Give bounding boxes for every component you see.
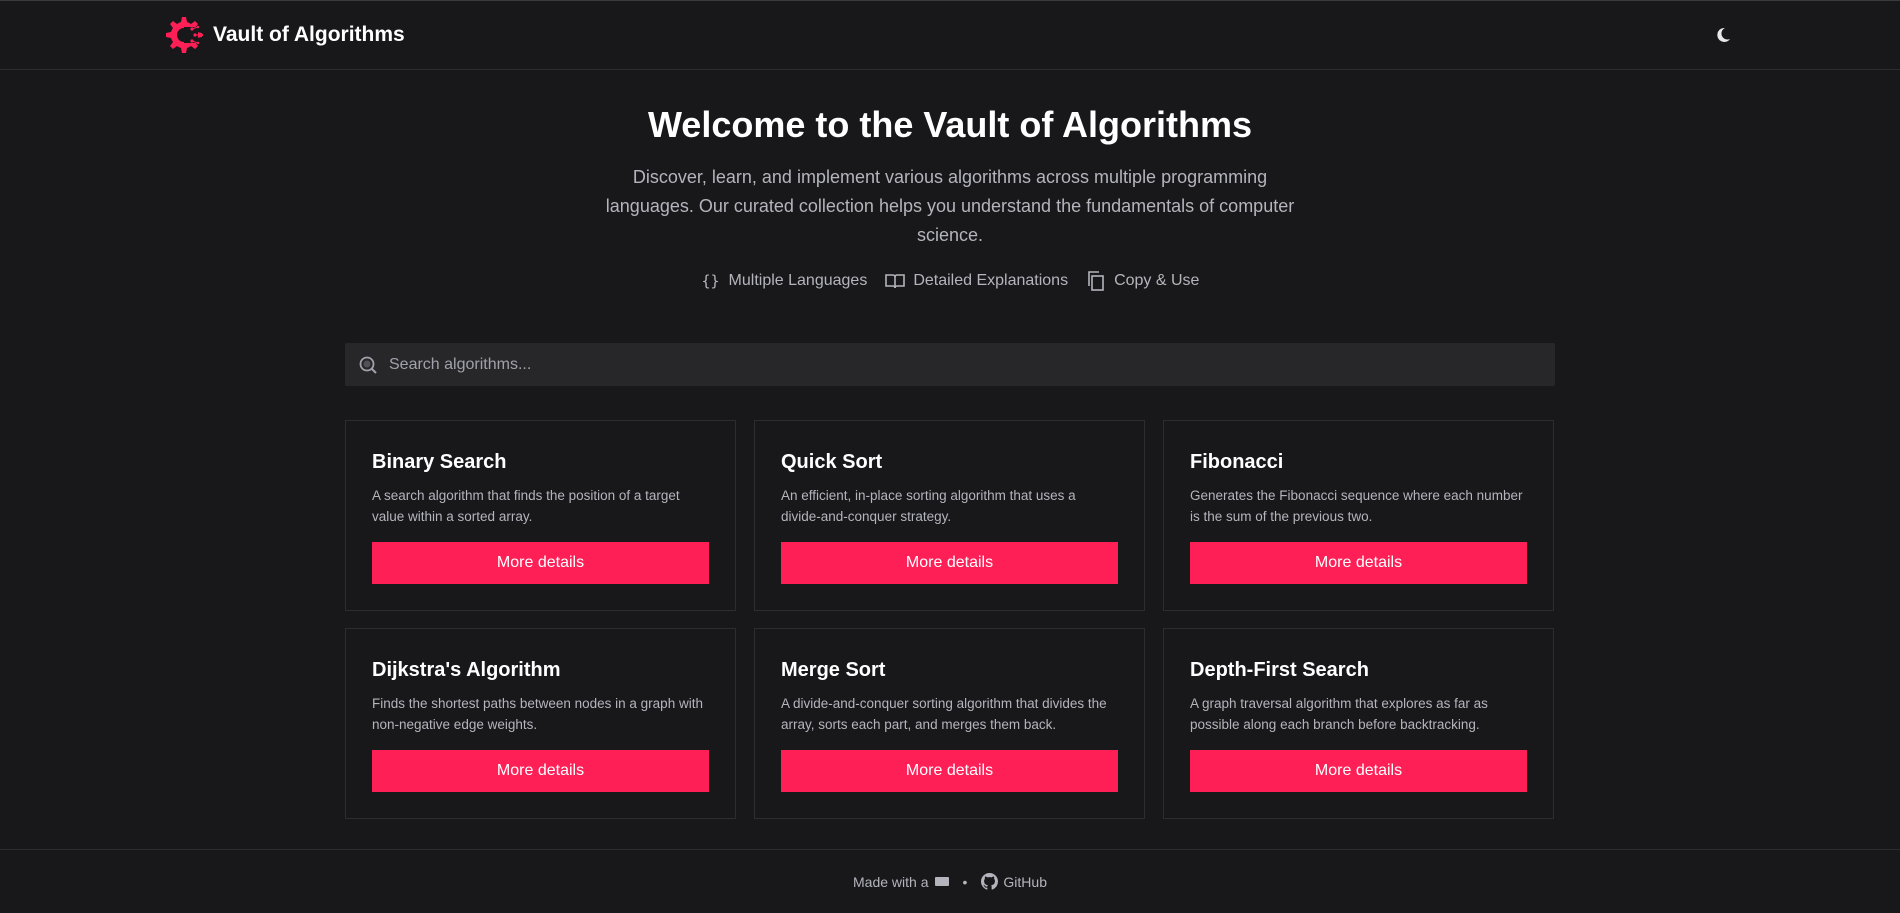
algorithm-title: Depth-First Search xyxy=(1190,659,1369,681)
more-details-button[interactable]: More details xyxy=(1190,750,1527,792)
theme-toggle-button[interactable] xyxy=(1711,23,1735,47)
book-icon xyxy=(885,271,906,291)
footer-separator: • xyxy=(962,873,968,890)
navbar: Vault of Algorithms xyxy=(0,1,1900,70)
search-input[interactable] xyxy=(389,355,1542,374)
brand-name: Vault of Algorithms xyxy=(213,23,405,46)
moon-icon xyxy=(1717,27,1730,42)
brand-link[interactable]: Vault of Algorithms xyxy=(162,13,405,57)
algorithm-description: Finds the shortest paths between nodes i… xyxy=(372,696,703,732)
github-link[interactable]: GitHub xyxy=(981,873,1047,890)
more-details-button[interactable]: More details xyxy=(1190,542,1527,584)
feature-copy-use: Copy & Use xyxy=(1086,271,1199,291)
feature-multiple-languages: {} Multiple Languages xyxy=(701,271,868,291)
algorithm-title: Dijkstra's Algorithm xyxy=(372,659,561,681)
made-with-label: Made with a xyxy=(853,873,929,890)
algorithm-description: A divide-and-conquer sorting algorithm t… xyxy=(781,696,1107,732)
feature-list: {} Multiple Languages Detailed Explanati… xyxy=(0,271,1900,291)
algorithm-grid: Binary Search A search algorithm that fi… xyxy=(345,420,1555,819)
algorithm-card: Quick Sort An efficient, in-place sortin… xyxy=(754,420,1145,611)
footer: Made with a • GitHub xyxy=(0,849,1900,913)
more-details-button[interactable]: More details xyxy=(372,750,709,792)
feature-label: Multiple Languages xyxy=(728,272,868,289)
more-details-button[interactable]: More details xyxy=(781,542,1118,584)
algorithm-description: A graph traversal algorithm that explore… xyxy=(1190,696,1488,732)
code-braces-icon: {} xyxy=(701,272,720,290)
made-with-text: Made with a xyxy=(853,873,949,890)
hero-section: Welcome to the Vault of Algorithms Disco… xyxy=(0,70,1900,291)
algorithm-description: An efficient, in-place sorting algorithm… xyxy=(781,488,1076,524)
copy-icon xyxy=(1086,271,1106,291)
algorithm-description: Generates the Fibonacci sequence where e… xyxy=(1190,488,1523,524)
feature-label: Detailed Explanations xyxy=(913,272,1069,289)
algorithm-description: A search algorithm that finds the positi… xyxy=(372,488,680,524)
hero-subtitle: Discover, learn, and implement various a… xyxy=(605,167,1295,245)
algorithm-card: Fibonacci Generates the Fibonacci sequen… xyxy=(1163,420,1554,611)
github-icon xyxy=(981,873,999,890)
page-title: Welcome to the Vault of Algorithms xyxy=(647,104,1253,145)
algorithm-title: Binary Search xyxy=(372,451,507,473)
algorithm-card: Merge Sort A divide-and-conquer sorting … xyxy=(754,628,1145,819)
algorithm-card: Dijkstra's Algorithm Finds the shortest … xyxy=(345,628,736,819)
keyboard-icon xyxy=(934,877,949,886)
algorithm-title: Fibonacci xyxy=(1190,451,1284,473)
algorithm-title: Merge Sort xyxy=(781,659,886,681)
feature-detailed-explanations: Detailed Explanations xyxy=(885,271,1068,291)
algorithm-card: Binary Search A search algorithm that fi… xyxy=(345,420,736,611)
algorithm-card: Depth-First Search A graph traversal alg… xyxy=(1163,628,1554,819)
gear-logo-icon xyxy=(166,17,204,53)
more-details-button[interactable]: More details xyxy=(781,750,1118,792)
algorithm-title: Quick Sort xyxy=(781,451,883,473)
search-bar xyxy=(345,343,1555,386)
github-label: GitHub xyxy=(1003,873,1047,890)
more-details-button[interactable]: More details xyxy=(372,542,709,584)
feature-label: Copy & Use xyxy=(1114,272,1200,289)
search-icon xyxy=(359,356,377,374)
